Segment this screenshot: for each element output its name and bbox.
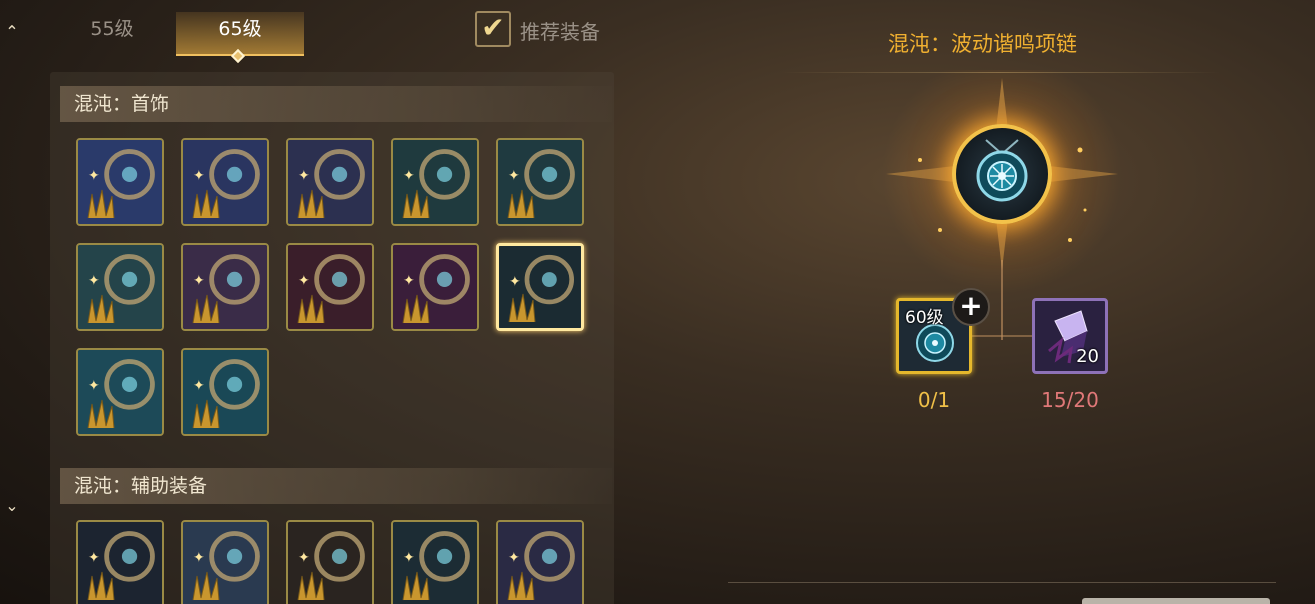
chaos-claw-mark-icon [192, 294, 220, 324]
selected-item-title: 混沌：波动谐鸣项链 [888, 32, 1077, 56]
sparkle-icon: ✦ [298, 550, 310, 566]
equipment-item[interactable]: ✦ [496, 520, 584, 604]
chaos-claw-mark-icon [297, 571, 325, 601]
sparkle-icon: ✦ [509, 274, 521, 290]
chaos-claw-mark-icon [297, 189, 325, 219]
chaos-claw-mark-icon [507, 571, 535, 601]
sparkle-icon: ✦ [403, 168, 415, 184]
equipment-item[interactable]: ✦ [76, 348, 164, 436]
recommend-checkbox[interactable]: ✔ [475, 11, 511, 47]
sparkle-icon: ✦ [88, 273, 100, 289]
equipment-item[interactable]: ✦ [391, 138, 479, 226]
equipment-item[interactable]: ✦ [286, 243, 374, 331]
equipment-item[interactable]: ✦ [496, 243, 584, 331]
chaos-claw-mark-icon [87, 189, 115, 219]
equipment-item[interactable]: ✦ [181, 348, 269, 436]
sparkle-icon: ✦ [508, 550, 520, 566]
material-count-necklace: 0/1 [917, 388, 951, 412]
bottom-divider [728, 582, 1276, 583]
sparkle-icon: ✦ [193, 550, 205, 566]
sparkle-icon: ✦ [88, 550, 100, 566]
material-level-label: 60级 [905, 308, 944, 328]
chaos-claw-mark-icon [87, 294, 115, 324]
scroll-down-icon[interactable]: ⌄ [2, 496, 22, 516]
sparkle-icon: ✦ [88, 168, 100, 184]
chaos-claw-mark-icon [402, 294, 430, 324]
add-material-button[interactable]: + [952, 288, 990, 326]
chaos-claw-mark-icon [192, 571, 220, 601]
sparkle-icon: ✦ [193, 273, 205, 289]
material-quantity: 20 [1076, 346, 1099, 367]
recommend-label[interactable]: 推荐装备 [520, 16, 600, 45]
tab-level-65[interactable]: 65级 [176, 12, 304, 64]
material-count-crystal: 15/20 [1041, 388, 1099, 412]
chaos-claw-mark-icon [402, 189, 430, 219]
chaos-claw-mark-icon [402, 571, 430, 601]
chaos-claw-mark-icon [507, 189, 535, 219]
section-header-support: 混沌：辅助装备 [60, 468, 612, 504]
equipment-item[interactable]: ✦ [76, 520, 164, 604]
equipment-item[interactable]: ✦ [181, 243, 269, 331]
craft-button[interactable] [1082, 598, 1270, 604]
equipment-item[interactable]: ✦ [496, 138, 584, 226]
chaos-claw-mark-icon [297, 294, 325, 324]
active-tab-indicator-icon [230, 48, 246, 64]
equipment-item[interactable]: ✦ [76, 138, 164, 226]
selected-item-icon [952, 124, 1052, 224]
chaos-claw-mark-icon [87, 571, 115, 601]
sparkle-icon: ✦ [298, 168, 310, 184]
sparkle-icon: ✦ [193, 378, 205, 394]
material-slot-crystal[interactable]: 20 [1032, 298, 1108, 374]
equipment-item[interactable]: ✦ [391, 520, 479, 604]
sparkle-icon: ✦ [88, 378, 100, 394]
chaos-claw-mark-icon [192, 189, 220, 219]
sparkle-icon: ✦ [193, 168, 205, 184]
chaos-claw-mark-icon [87, 399, 115, 429]
sparkle-icon: ✦ [403, 273, 415, 289]
equipment-item[interactable]: ✦ [181, 520, 269, 604]
chaos-claw-mark-icon [192, 399, 220, 429]
equipment-item[interactable]: ✦ [286, 520, 374, 604]
equipment-item[interactable]: ✦ [391, 243, 479, 331]
sparkle-icon: ✦ [403, 550, 415, 566]
crystal-necklace-icon [976, 139, 1028, 202]
sparkle-icon: ✦ [298, 273, 310, 289]
sparkle-icon: ✦ [508, 168, 520, 184]
equipment-item[interactable]: ✦ [286, 138, 374, 226]
tab-level-55[interactable]: 55级 [48, 12, 176, 56]
scroll-up-icon[interactable]: ⌃ [2, 22, 22, 42]
equipment-item[interactable]: ✦ [76, 243, 164, 331]
chaos-claw-mark-icon [508, 293, 536, 323]
section-header-jewelry: 混沌：首饰 [60, 86, 612, 122]
equipment-item[interactable]: ✦ [181, 138, 269, 226]
tab-label: 65级 [218, 18, 262, 40]
